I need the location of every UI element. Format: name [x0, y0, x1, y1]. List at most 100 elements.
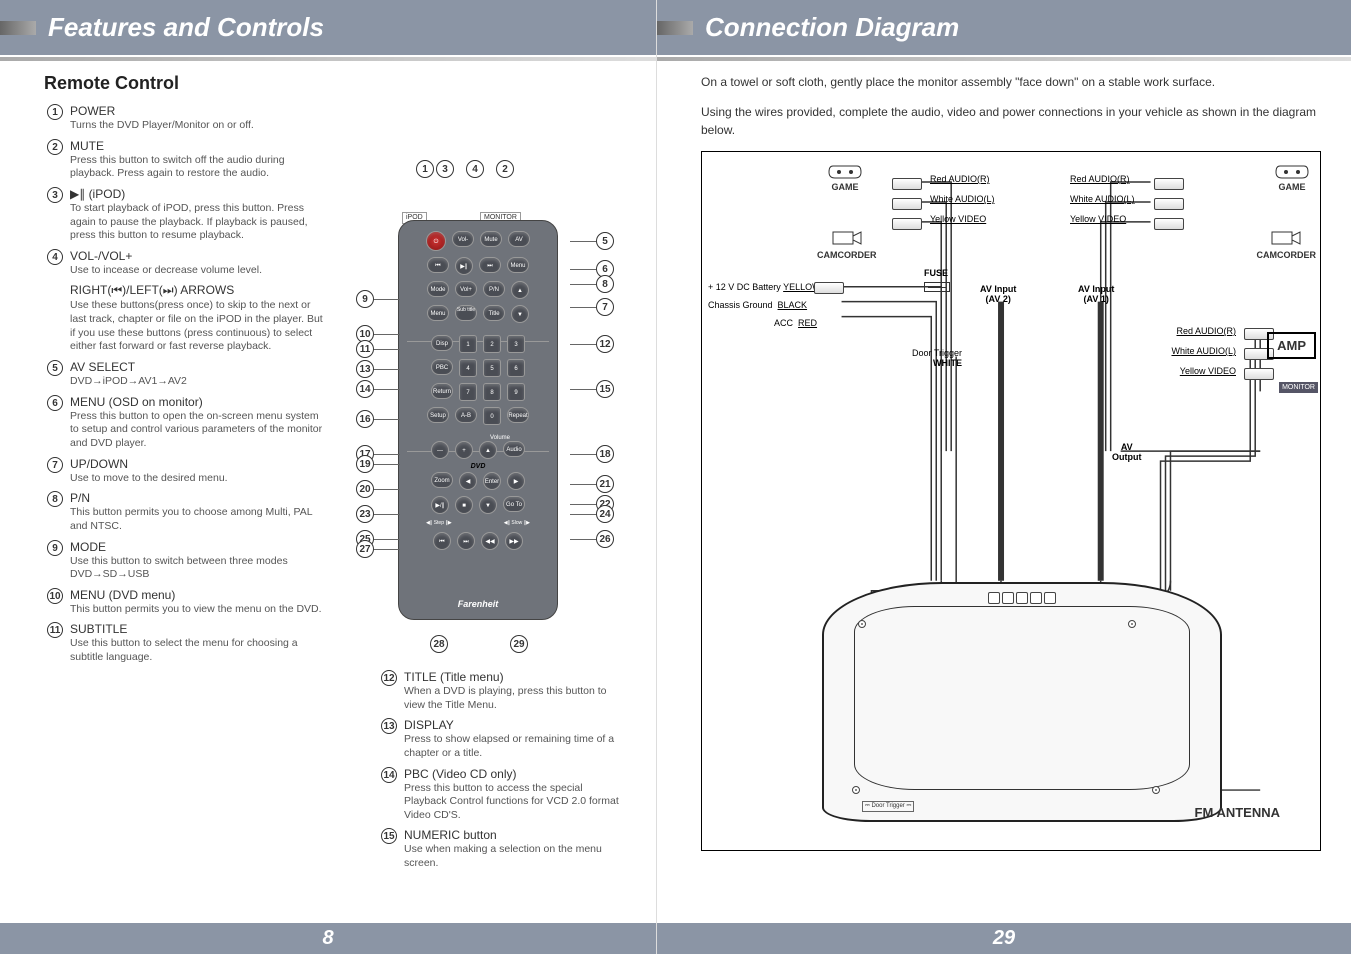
callout-top-4: 4 — [466, 160, 484, 178]
remote-pn[interactable]: P/N — [483, 281, 505, 297]
feature-title: PBC (Video CD only) — [404, 767, 628, 781]
remote-volp[interactable]: + — [455, 441, 473, 459]
feature-desc: Use this button to select the menu for c… — [70, 637, 324, 664]
feature-title: AV SELECT — [70, 360, 324, 374]
remote-1[interactable]: 1 — [459, 335, 477, 353]
feature-item: 13DISPLAYPress to show elapsed or remain… — [378, 718, 628, 760]
feature-number: 5 — [47, 360, 63, 376]
remote-left[interactable]: ◀ — [459, 472, 477, 490]
remote-pbc[interactable]: PBC — [431, 359, 453, 375]
remote-ab[interactable]: A-B — [455, 407, 477, 423]
feature-item: 11SUBTITLEUse this button to select the … — [44, 622, 324, 664]
remote-power[interactable]: ⏻ — [426, 231, 446, 251]
remote-return[interactable]: Return — [431, 383, 453, 399]
remote-5[interactable]: 5 — [483, 359, 501, 377]
remote-mode[interactable]: Mode — [427, 281, 449, 297]
callout-left: 27 — [356, 540, 374, 558]
remote-volm[interactable]: — — [431, 441, 449, 459]
remote-av[interactable]: AV — [508, 231, 530, 247]
feature-number: 7 — [47, 457, 63, 473]
callout-top-2: 2 — [496, 160, 514, 178]
right-header: Connection Diagram — [657, 0, 1351, 55]
remote-skprev[interactable]: ⏮ — [433, 532, 451, 550]
callout-29: 29 — [510, 635, 528, 653]
remote-volminus[interactable]: Vol- — [452, 231, 474, 247]
left-header: Features and Controls — [0, 0, 656, 55]
callout-28: 28 — [430, 635, 448, 653]
feature-title: TITLE (Title menu) — [404, 670, 628, 684]
remote-subtitle[interactable]: Sub title — [455, 305, 477, 321]
feature-desc: To start playback of iPOD, press this bu… — [70, 202, 324, 243]
feature-item: 9MODEUse this button to switch between t… — [44, 540, 324, 582]
icon-game-left: GAME — [827, 158, 863, 192]
lbl-fuse: FUSE — [924, 268, 948, 278]
remote-playpause[interactable]: ▶∥ — [455, 257, 473, 275]
remote-aup[interactable]: ▲ — [479, 441, 497, 459]
remote-disp[interactable]: Disp — [431, 335, 453, 351]
remote-stop[interactable]: ■ — [455, 496, 473, 514]
remote-sknext[interactable]: ⏭ — [457, 532, 475, 550]
callout-right: 18 — [596, 445, 614, 463]
feature-item: 14PBC (Video CD only)Press this button t… — [378, 767, 628, 823]
remote-setup[interactable]: Setup — [427, 407, 449, 423]
lbl-avin1: AV Input (AV 1) — [1078, 284, 1114, 304]
callout-top-1: 1 — [416, 160, 434, 178]
remote-9[interactable]: 9 — [507, 383, 525, 401]
remote-6[interactable]: 6 — [507, 359, 525, 377]
feature-number: 14 — [381, 767, 397, 783]
remote-down[interactable]: ▼ — [511, 305, 529, 323]
icon-camcorder-right: CAMCORDER — [1257, 224, 1317, 260]
remote-zoom[interactable]: Zoom — [431, 472, 453, 488]
feature-desc: Use these buttons(press once) to skip to… — [70, 299, 324, 354]
callout-right: 8 — [596, 275, 614, 293]
feature-desc: Press to show elapsed or remaining time … — [404, 733, 628, 760]
remote-goto[interactable]: Go To — [503, 496, 525, 512]
remote-7[interactable]: 7 — [459, 383, 477, 401]
remote-play2[interactable]: ▶/∥ — [431, 496, 449, 514]
feature-number: 3 — [47, 187, 63, 203]
remote-adown[interactable]: ▼ — [479, 496, 497, 514]
feature-item: 7 UP/DOWNUse to move to the desired menu. — [44, 457, 324, 486]
remote-menu2[interactable]: Menu — [427, 305, 449, 321]
feature-item: 1POWERTurns the DVD Player/Monitor on or… — [44, 104, 324, 133]
remote-menu[interactable]: Menu — [507, 257, 529, 273]
feature-desc: This button permits you to choose among … — [70, 506, 324, 533]
feature-item: 6MENU (OSD on monitor)Press this button … — [44, 395, 324, 451]
remote-3[interactable]: 3 — [507, 335, 525, 353]
remote-title[interactable]: Title — [483, 305, 505, 321]
callout-right: 26 — [596, 530, 614, 548]
feature-title: SUBTITLE — [70, 622, 324, 636]
remote-0[interactable]: 0 — [483, 407, 501, 425]
remote-4[interactable]: 4 — [459, 359, 477, 377]
remote-rew[interactable]: ◀◀ — [481, 532, 499, 550]
remote-right[interactable]: ▶ — [507, 472, 525, 490]
feature-title: P/N — [70, 491, 324, 505]
feature-number: 9 — [47, 540, 63, 556]
remote-prev[interactable]: ⏮ — [427, 257, 449, 273]
callout-top-3: 3 — [436, 160, 454, 178]
remote-volplus[interactable]: Vol+ — [455, 281, 477, 297]
remote-ff[interactable]: ▶▶ — [505, 532, 523, 550]
feature-desc: This button permits you to view the menu… — [70, 603, 324, 617]
feature-title: UP/DOWN — [70, 457, 324, 471]
lbl-chassis: Chassis Ground BLACK — [708, 300, 807, 310]
callout-left: 23 — [356, 505, 374, 523]
remote-mute[interactable]: Mute — [480, 231, 502, 247]
remote-figure: 1 3 4 2 iPOD MONITOR ⏻ Vol- Mute AV — [360, 160, 610, 660]
feature-desc: Use to move to the desired menu. — [70, 472, 324, 486]
step-label: ◀∥ Step ∥▶ — [426, 520, 452, 526]
feature-number: 4 — [47, 249, 63, 265]
feature-number: 6 — [47, 395, 63, 411]
remote-8[interactable]: 8 — [483, 383, 501, 401]
remote-next[interactable]: ⏭ — [479, 257, 501, 273]
remote-repeat[interactable]: Repeat — [507, 407, 529, 423]
remote-enter[interactable]: Enter — [483, 472, 501, 490]
dvd-label: DVD — [407, 463, 549, 470]
remote-audio[interactable]: Audio — [503, 441, 525, 457]
remote-up[interactable]: ▲ — [511, 281, 529, 299]
callout-left: 13 — [356, 360, 374, 378]
remote-2[interactable]: 2 — [483, 335, 501, 353]
feature-title: RIGHT(⏮)/LEFT(⏭) ARROWS — [70, 283, 324, 298]
features-col-1: 1POWERTurns the DVD Player/Monitor on or… — [44, 104, 324, 671]
feature-number: 12 — [381, 670, 397, 686]
